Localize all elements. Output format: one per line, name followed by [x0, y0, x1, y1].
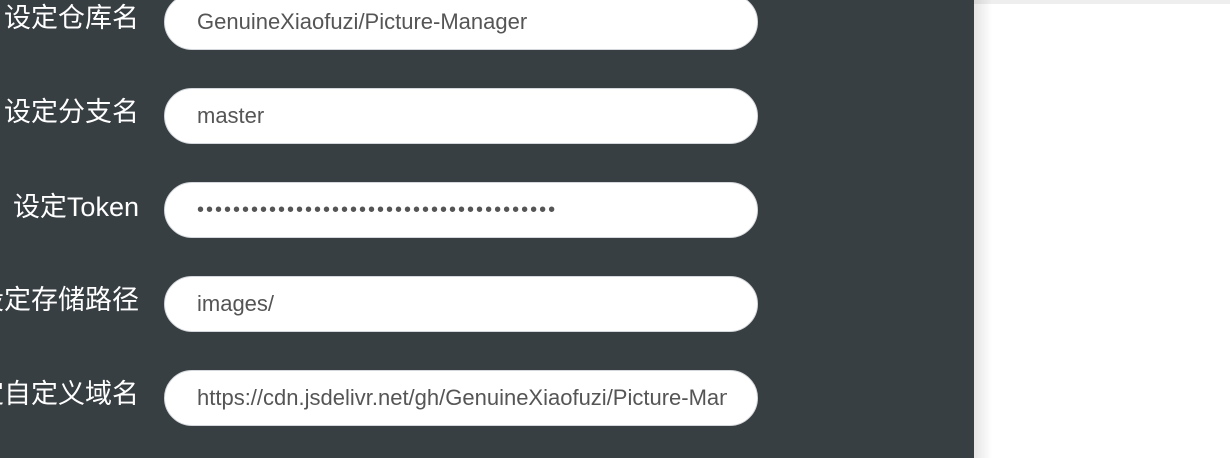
repo-name-input[interactable]	[164, 0, 758, 50]
branch-name-input[interactable]	[164, 88, 758, 144]
settings-panel: 设定仓库名 设定分支名 设定Token 设定存储路径 设定自定义域名	[0, 0, 974, 458]
setting-row-repo-name: 设定仓库名	[0, 0, 974, 50]
setting-row-branch-name: 设定分支名	[0, 88, 974, 144]
content-area	[974, 0, 1230, 458]
page: 设定仓库名 设定分支名 设定Token 设定存储路径 设定自定义域名	[0, 0, 1230, 458]
token-input[interactable]	[164, 182, 758, 238]
setting-row-storage-path: 设定存储路径	[0, 276, 974, 332]
storage-path-input[interactable]	[164, 276, 758, 332]
setting-row-token: 设定Token	[0, 182, 974, 238]
panel-shadow	[974, 0, 992, 458]
storage-path-label: 设定存储路径	[0, 285, 139, 316]
repo-name-label: 设定仓库名	[4, 3, 139, 34]
branch-name-label: 设定分支名	[4, 97, 139, 128]
token-label: 设定Token	[12, 192, 139, 222]
custom-domain-label: 设定自定义域名	[0, 379, 139, 410]
setting-row-custom-domain: 设定自定义域名	[0, 370, 974, 426]
top-bar	[974, 0, 1230, 4]
custom-domain-input[interactable]	[164, 370, 758, 426]
